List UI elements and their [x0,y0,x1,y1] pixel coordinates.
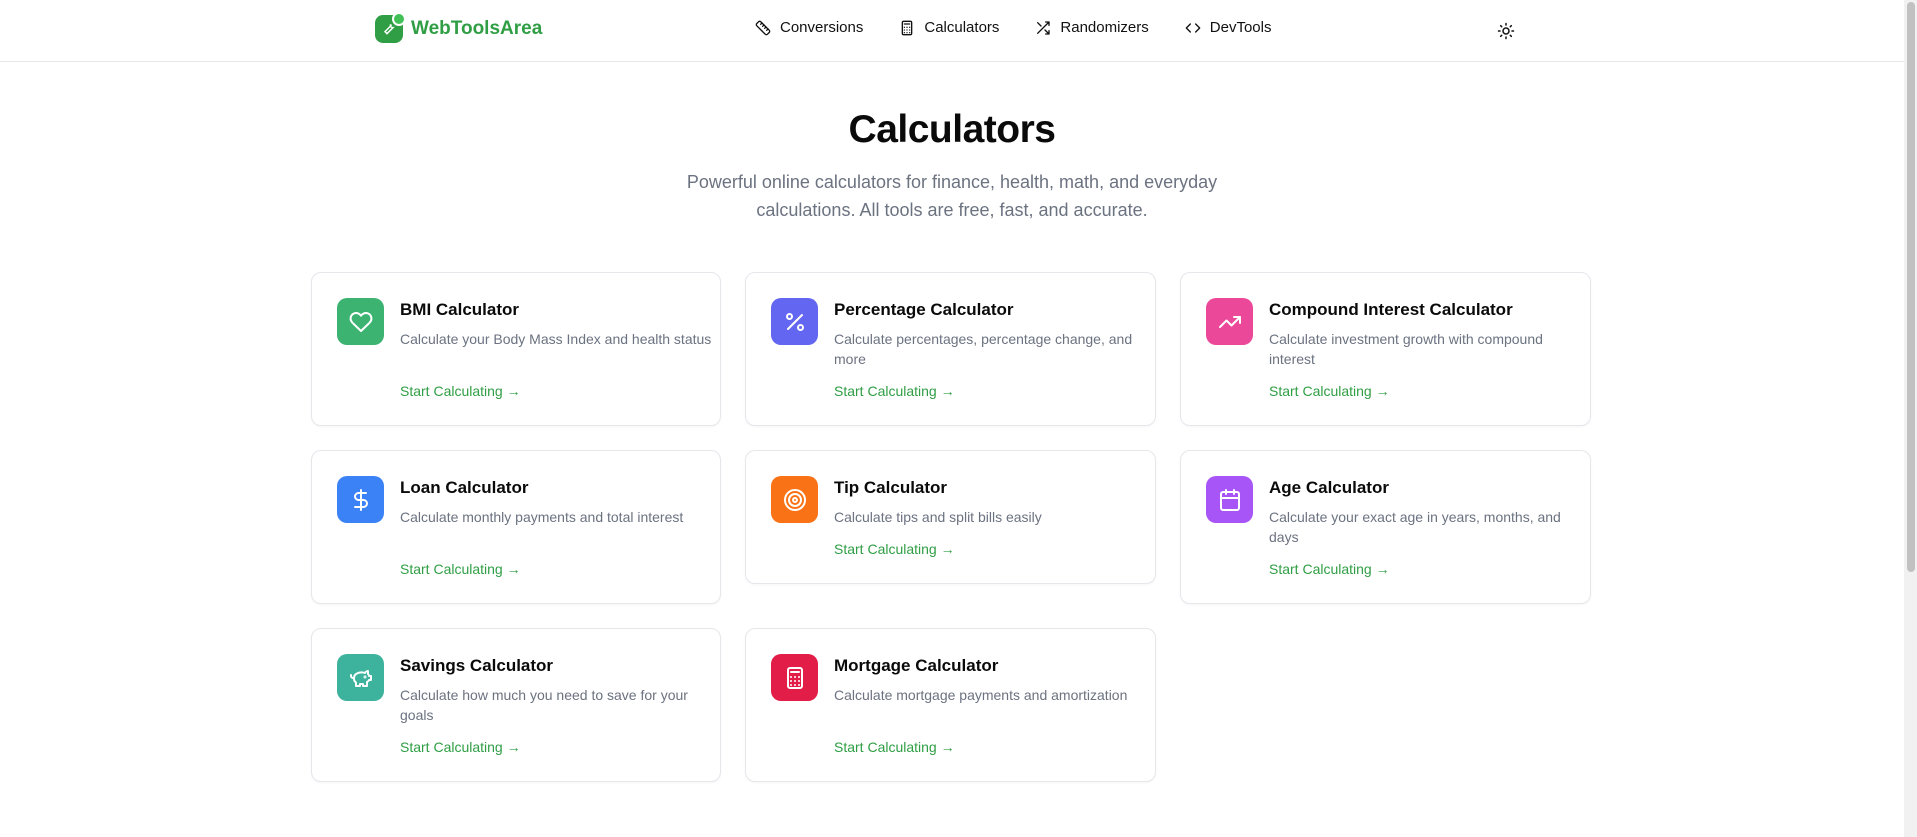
scrollbar-thumb[interactable] [1907,2,1915,572]
card-title: Savings Calculator [400,656,554,675]
card-savings-calculator[interactable]: Savings Calculator Calculate how much yo… [311,628,721,782]
percent-icon [771,298,818,345]
brand-name: WebToolsArea [411,18,543,39]
card-compound-interest-calculator[interactable]: Compound Interest Calculator Calculate i… [1180,272,1591,426]
nav-conversions[interactable]: Conversions [755,19,863,36]
card-description: Calculate how much you need to save for … [400,687,688,723]
start-calculating-link[interactable]: Start Calculating → [1269,383,1390,399]
nav-devtools[interactable]: DevTools [1185,19,1272,36]
main-nav: Conversions Calculators Randomizers DevT… [755,19,1271,36]
page-subtitle: Powerful online calculators for finance,… [686,172,1218,220]
card-title: Mortgage Calculator [834,656,999,675]
nav-randomizers-label: Randomizers [1060,19,1149,36]
page-scrollbar[interactable] [1904,0,1917,837]
heart-icon [337,298,384,345]
card-description: Calculate investment growth with compoun… [1269,331,1543,367]
ruler-icon [755,20,771,35]
card-description: Calculate monthly payments and total int… [400,509,684,525]
trending-up-icon [1206,298,1253,345]
card-title: Percentage Calculator [834,300,1014,319]
page-title: Calculators [848,108,1056,151]
dollar-icon [337,476,384,523]
nav-devtools-label: DevTools [1209,19,1272,36]
card-bmi-calculator[interactable]: BMI Calculator Calculate your Body Mass … [311,272,721,426]
sun-icon [1497,22,1515,40]
shuffle-icon [1037,20,1051,35]
card-title: Compound Interest Calculator [1269,300,1513,319]
code-icon [1185,22,1201,33]
card-description: Calculate your exact age in years, month… [1269,509,1561,545]
card-loan-calculator[interactable]: Loan Calculator Calculate monthly paymen… [311,450,721,604]
calculator-icon [902,20,913,35]
card-percentage-calculator[interactable]: Percentage Calculator Calculate percenta… [745,272,1156,426]
calculator-icon [771,654,818,701]
start-calculating-link[interactable]: Start Calculating → [400,383,521,399]
card-title: Loan Calculator [400,478,529,497]
card-title: BMI Calculator [400,300,520,319]
card-title: Tip Calculator [834,478,948,497]
start-calculating-link[interactable]: Start Calculating → [1269,561,1390,577]
nav-conversions-label: Conversions [780,19,864,36]
card-description: Calculate percentages, percentage change… [834,331,1133,367]
piggy-bank-icon [337,654,384,701]
card-age-calculator[interactable]: Age Calculator Calculate your exact age … [1180,450,1591,604]
card-mortgage-calculator[interactable]: Mortgage Calculator Calculate mortgage p… [745,628,1156,782]
start-calculating-link[interactable]: Start Calculating → [834,541,955,557]
nav-calculators-label: Calculators [924,19,1000,36]
theme-toggle-button[interactable] [1495,20,1517,42]
start-calculating-link[interactable]: Start Calculating → [400,561,521,577]
card-description: Calculate tips and split bills easily [834,509,1042,525]
site-logo[interactable]: WebToolsArea [375,12,543,43]
site-header: WebToolsArea Conversions Calculators Ran… [0,0,1904,62]
start-calculating-link[interactable]: Start Calculating → [834,383,955,399]
card-title: Age Calculator [1269,478,1389,497]
start-calculating-link[interactable]: Start Calculating → [834,739,955,755]
card-description: Calculate your Body Mass Index and healt… [400,331,712,347]
target-icon [771,476,818,523]
wrench-icon [375,12,406,43]
nav-randomizers[interactable]: Randomizers [1035,19,1149,36]
start-calculating-link[interactable]: Start Calculating → [400,739,521,755]
nav-calculators[interactable]: Calculators [899,19,999,36]
card-description: Calculate mortgage payments and amortiza… [834,687,1128,703]
card-tip-calculator[interactable]: Tip Calculator Calculate tips and split … [745,450,1156,584]
calendar-icon [1206,476,1253,523]
